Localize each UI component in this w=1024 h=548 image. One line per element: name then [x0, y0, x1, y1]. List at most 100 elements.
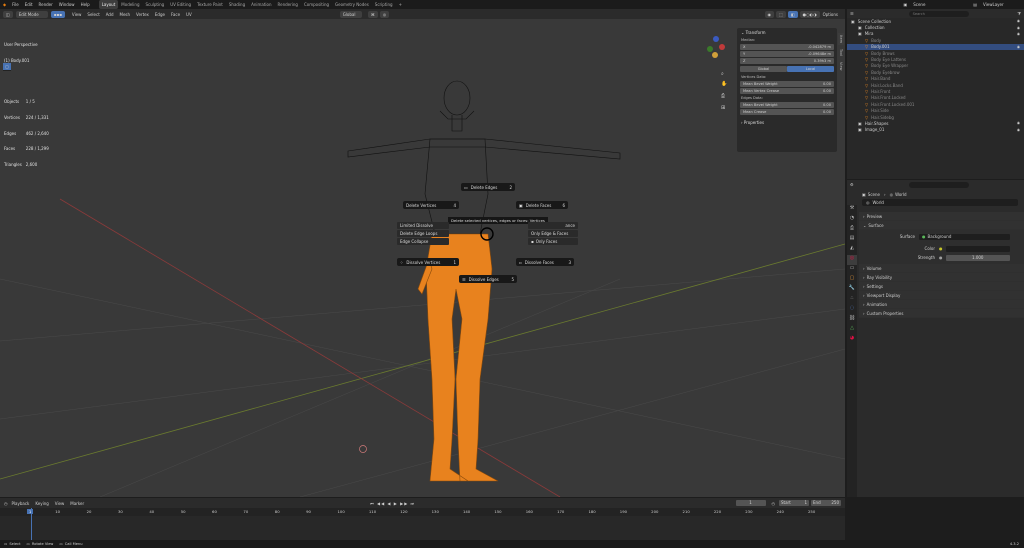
volume-section[interactable]: › Volume — [859, 264, 1024, 273]
pie-dissolve-vertices[interactable]: ⁘ Dissolve Vertices 1 — [397, 258, 459, 266]
particles-tab-icon[interactable]: ∴ — [847, 295, 857, 305]
custom-properties-section[interactable]: › Custom Properties — [859, 309, 1024, 318]
animation-section[interactable]: › Animation — [859, 300, 1024, 309]
shading-solid-icon[interactable]: ●○◐◑ — [799, 10, 820, 18]
surface-shader-field[interactable]: ● Background — [919, 233, 1010, 240]
snap-icon[interactable]: ⌘ — [367, 10, 378, 18]
xray-icon[interactable]: ◧ — [787, 10, 798, 18]
visibility-eye-icon[interactable]: ◉ — [1017, 32, 1020, 36]
select-box-icon[interactable]: ▢ — [3, 63, 11, 71]
properties-type-icon[interactable]: ⚙ — [850, 182, 854, 187]
edge-collapse-item[interactable]: Edge Collapse — [397, 238, 449, 245]
proportional-icon[interactable]: ◎ — [379, 10, 390, 18]
editor-type-icon[interactable]: ◫ — [3, 10, 13, 18]
menu-uv[interactable]: UV — [183, 12, 195, 17]
z-field[interactable]: Z 0.39h3 m — [740, 58, 834, 64]
add-workspace-icon[interactable]: + — [396, 0, 405, 9]
menu-vertex[interactable]: Vertex — [133, 12, 152, 17]
right-partial-item[interactable]: ance — [528, 222, 578, 229]
menu-face[interactable]: Face — [168, 12, 183, 17]
y-field[interactable]: Y -0.09648e m — [740, 51, 834, 57]
timeline-ruler[interactable]: 1102030405060708090100110120130140150160… — [0, 508, 845, 516]
visibility-icon[interactable]: ◉ — [764, 10, 775, 18]
tab-shading[interactable]: Shading — [226, 0, 248, 9]
x-field[interactable]: X -0.042879 m — [740, 44, 834, 50]
world-selector[interactable]: ◎ World — [862, 199, 1018, 206]
pan-hand-icon[interactable]: ✋ — [721, 81, 727, 87]
visibility-eye-icon[interactable]: ◉ — [1017, 19, 1020, 23]
object-tab-icon[interactable]: ▢ — [847, 275, 857, 285]
marker-menu[interactable]: Marker — [70, 501, 84, 506]
pie-dissolve-edges[interactable]: ☰ Dissolve Edges 5 — [459, 275, 517, 283]
preview-section[interactable]: › Preview — [859, 212, 1024, 221]
grid-icon[interactable]: ⊞ — [721, 105, 725, 111]
mean-vertex-crease-field[interactable]: Mean Vertex Crease 0.00 — [740, 88, 834, 94]
menu-edit[interactable]: Edit — [22, 0, 36, 9]
data-tab-icon[interactable]: △ — [847, 325, 857, 335]
pie-delete-vertices[interactable]: Delete Vertices 4 — [403, 201, 459, 209]
pie-delete-edges[interactable]: ▭ Delete Edges 2 — [461, 183, 515, 191]
outliner-search[interactable]: Search — [908, 10, 969, 17]
camera-icon[interactable]: ⎙ — [721, 93, 725, 99]
menu-view[interactable]: View — [69, 12, 85, 17]
strength-field[interactable]: 1.000 — [945, 254, 1010, 261]
menu-mesh[interactable]: Mesh — [117, 12, 134, 17]
tab-modeling[interactable]: Modeling — [118, 0, 142, 9]
select-mode-icons[interactable]: ▪▪▪ — [50, 10, 65, 18]
view-menu[interactable]: View — [55, 501, 65, 506]
view-layer-tab-icon[interactable]: ▤ — [847, 235, 857, 245]
pie-dissolve-faces[interactable]: ▫ Dissolve Faces 3 — [516, 258, 574, 266]
playhead[interactable] — [31, 508, 32, 540]
orientation-selector[interactable]: Global — [339, 10, 362, 18]
output-tab-icon[interactable]: ⎙ — [847, 225, 857, 235]
timeline-body[interactable] — [0, 508, 845, 540]
outliner-row[interactable]: ▣ Image_01 ◉ — [847, 127, 1024, 133]
properties-header[interactable]: › Properties — [737, 118, 837, 127]
visibility-eye-icon[interactable]: ◉ — [1017, 26, 1020, 30]
filter-icon[interactable]: ⧩ — [1017, 11, 1021, 16]
menu-help[interactable]: Help — [78, 0, 93, 9]
tab-rendering[interactable]: Rendering — [275, 0, 301, 9]
tab-texture-paint[interactable]: Texture Paint — [194, 0, 226, 9]
overlays-icon[interactable]: ⬚ — [776, 10, 786, 18]
menu-select[interactable]: Select — [84, 12, 102, 17]
tab-sculpting[interactable]: Sculpting — [143, 0, 168, 9]
only-faces-item[interactable]: ▪ Only Faces — [528, 238, 578, 245]
collection-tab-icon[interactable]: ▭ — [847, 265, 857, 275]
tab-scripting[interactable]: Scripting — [372, 0, 396, 9]
visibility-eye-icon[interactable]: ◉ — [1017, 128, 1020, 132]
view-layer-selector[interactable]: ViewLayer — [980, 0, 1024, 9]
timeline-type-icon[interactable]: ◷ — [4, 501, 8, 506]
color-field[interactable] — [945, 245, 1010, 252]
only-edges-faces-item[interactable]: Only Edge & Faces — [528, 230, 578, 237]
global-toggle[interactable]: Global — [740, 66, 787, 72]
end-field[interactable]: End 250 — [811, 500, 841, 506]
tab-layout[interactable]: Layout — [98, 0, 119, 9]
viewport-display-section[interactable]: › Viewport Display — [859, 291, 1024, 300]
constraints-tab-icon[interactable]: ⛓ — [847, 315, 857, 325]
current-frame-field[interactable]: 1 — [735, 500, 766, 506]
pie-delete-faces[interactable]: ▣ Delete Faces 6 — [516, 201, 568, 209]
tab-geometry-nodes[interactable]: Geometry Nodes — [332, 0, 372, 9]
render-tab-icon[interactable]: ◔ — [847, 215, 857, 225]
scene-selector[interactable]: Scene — [910, 0, 970, 9]
ray-visibility-section[interactable]: › Ray Visibility — [859, 273, 1024, 282]
menu-render[interactable]: Render — [36, 0, 56, 9]
visibility-eye-icon[interactable]: ◉ — [1017, 45, 1020, 49]
physics-tab-icon[interactable]: ◌ — [847, 305, 857, 315]
visibility-eye-icon[interactable]: ◉ — [1017, 121, 1020, 125]
3d-viewport[interactable]: User Perspective (1) Body.001 Objects Ve… — [0, 19, 845, 497]
tab-tool[interactable]: Tool — [838, 47, 844, 58]
tool-tab-icon[interactable]: ⚒ — [847, 205, 857, 215]
blender-logo-icon[interactable]: ◆ — [0, 0, 9, 9]
start-field[interactable]: Start 1 — [779, 500, 809, 506]
playback-controls[interactable]: ⏮ ◀◀ ◀ ▶ ▶▶ ⏭ — [370, 501, 415, 506]
menu-file[interactable]: File — [9, 0, 22, 9]
navigation-gizmo[interactable] — [700, 35, 730, 65]
edge-bevel-weight-field[interactable]: Mean Bevel Weight 0.00 — [740, 102, 834, 108]
outliner-type-icon[interactable]: ☰ — [850, 11, 854, 16]
local-toggle[interactable]: Local — [787, 66, 834, 72]
properties-search[interactable] — [908, 181, 969, 188]
material-tab-icon[interactable]: ◕ — [847, 335, 857, 345]
menu-add[interactable]: Add — [103, 12, 117, 17]
